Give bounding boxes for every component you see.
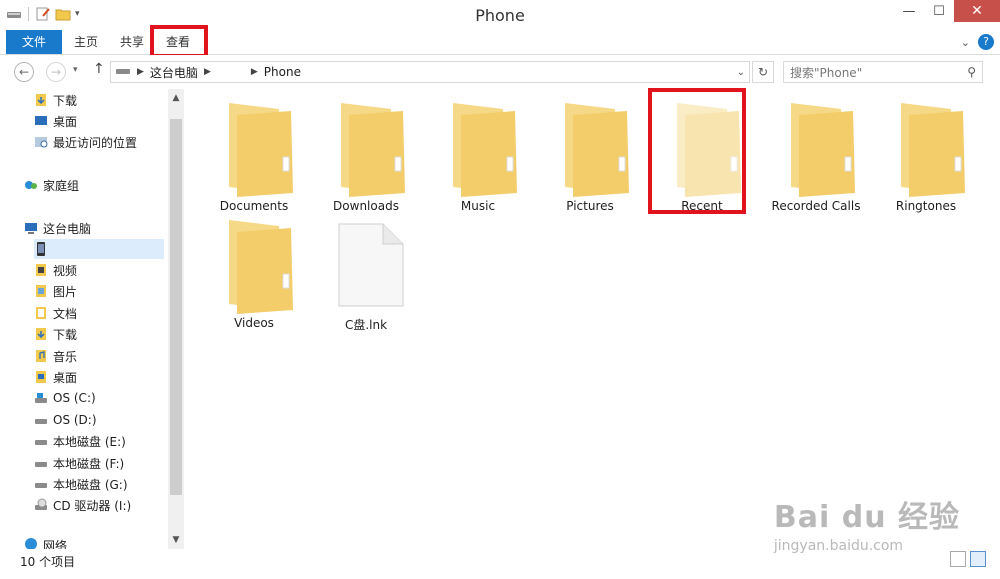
music-folder-icon [34, 349, 48, 363]
nav-item-videos[interactable]: 视频 [34, 260, 77, 280]
recent-places-icon [34, 135, 48, 149]
pictures-folder-icon [34, 284, 48, 298]
folder-pictures[interactable]: Pictures [540, 93, 640, 213]
nav-item-pictures[interactable]: 图片 [34, 281, 77, 301]
watermark-url: jingyan.baidu.com [773, 538, 904, 554]
nav-item-this-pc[interactable]: 这台电脑 [24, 218, 91, 238]
folder-icon [229, 220, 293, 314]
documents-folder-icon [34, 306, 48, 320]
nav-item-homegroup[interactable]: 家庭组 [24, 175, 79, 195]
tab-share[interactable]: 共享 [114, 30, 150, 54]
folder-documents[interactable]: Documents [204, 93, 304, 213]
windows-drive-icon [34, 391, 48, 405]
network-icon [24, 537, 38, 549]
folder-icon [341, 103, 405, 197]
breadcrumb-this-pc[interactable]: 这台电脑 [150, 64, 198, 81]
search-input[interactable]: 搜索"Phone" ⚲ [783, 61, 983, 83]
scroll-up-icon[interactable]: ▲ [168, 91, 184, 105]
address-row: ← → ▾ ↑ ▶ 这台电脑 ▶ ▶ Phone ⌄ ↻ 搜索"Phone" ⚲ [0, 55, 1000, 89]
folder-icon [229, 103, 293, 197]
nav-item-desktop[interactable]: 桌面 [34, 111, 77, 131]
breadcrumb-separator[interactable]: ▶ [251, 67, 258, 77]
nav-item-desktop-pc[interactable]: 桌面 [34, 367, 77, 387]
folder-icon [565, 103, 629, 197]
folder-icon [453, 103, 517, 197]
navigation-pane: 下载 桌面 最近访问的位置 家庭组 这台电脑 视频 图片 文档 下载 音乐 桌面… [0, 89, 185, 549]
address-bar[interactable]: ▶ 这台电脑 ▶ ▶ Phone ⌄ [110, 61, 750, 83]
homegroup-icon [24, 178, 38, 192]
folder-videos[interactable]: Videos [204, 210, 304, 330]
downloads-folder-icon [34, 93, 48, 107]
breadcrumb-separator[interactable]: ▶ [204, 67, 211, 77]
close-button[interactable]: ✕ [954, 0, 1000, 22]
maximize-button[interactable]: ☐ [924, 0, 954, 22]
computer-icon [24, 221, 38, 235]
folder-downloads[interactable]: Downloads [316, 93, 416, 213]
help-icon[interactable]: ? [978, 34, 994, 50]
desktop-icon [34, 114, 48, 128]
scrollbar-thumb[interactable] [170, 119, 182, 495]
nav-item-recent-places[interactable]: 最近访问的位置 [34, 132, 137, 152]
search-icon[interactable]: ⚲ [967, 65, 976, 79]
videos-folder-icon [34, 263, 48, 277]
file-c-drive-shortcut[interactable]: C盘.lnk [316, 210, 416, 332]
item-count: 10 个项目 [20, 555, 76, 569]
nav-item-music[interactable]: 音乐 [34, 346, 77, 366]
folder-icon [901, 103, 965, 197]
tab-file[interactable]: 文件 [6, 30, 62, 54]
minimize-button[interactable]: — [894, 0, 924, 22]
desktop-folder-icon [34, 370, 48, 384]
window-title: Phone [475, 6, 525, 25]
nav-item-drive-e[interactable]: 本地磁盘 (E:) [34, 431, 126, 451]
nav-item-drive-d[interactable]: OS (D:) [34, 410, 97, 430]
folder-music[interactable]: Music [428, 93, 528, 213]
phone-icon [34, 242, 48, 256]
recent-folder-highlight [648, 88, 746, 214]
folder-ringtones[interactable]: Ringtones [876, 93, 976, 213]
expand-ribbon-icon[interactable]: ⌄ [961, 36, 970, 49]
search-placeholder: 搜索"Phone" [790, 65, 863, 80]
nav-scrollbar[interactable]: ▲ ▼ [168, 89, 184, 549]
forward-button[interactable]: → [46, 62, 66, 82]
breadcrumb-separator[interactable]: ▶ [137, 67, 144, 77]
recent-locations-icon[interactable]: ▾ [73, 65, 78, 75]
nav-item-network[interactable]: 网络 [24, 537, 67, 549]
address-dropdown-icon[interactable]: ⌄ [737, 67, 745, 78]
nav-item-drive-g[interactable]: 本地磁盘 (G:) [34, 474, 128, 494]
nav-item-phone-device[interactable] [34, 239, 164, 259]
nav-item-drive-f[interactable]: 本地磁盘 (F:) [34, 453, 124, 473]
back-button[interactable]: ← [14, 62, 34, 82]
tab-home[interactable]: 主页 [68, 30, 104, 54]
cd-drive-icon [34, 498, 48, 512]
nav-item-documents[interactable]: 文档 [34, 303, 77, 323]
nav-item-downloads[interactable]: 下载 [34, 90, 77, 110]
breadcrumb-phone[interactable]: Phone [264, 65, 301, 79]
folder-recorded-calls[interactable]: Recorded Calls [764, 93, 868, 213]
large-icons-view-icon[interactable] [970, 551, 986, 567]
nav-item-downloads-pc[interactable]: 下载 [34, 324, 77, 344]
view-tab-highlight [150, 25, 208, 58]
refresh-button[interactable]: ↻ [752, 61, 774, 83]
file-icon [338, 223, 404, 307]
watermark-brand: Bai du 经验 [773, 500, 960, 535]
drive-icon [34, 477, 48, 491]
folder-icon [791, 103, 855, 197]
nav-item-drive-c[interactable]: OS (C:) [34, 388, 96, 408]
computer-icon [115, 65, 131, 80]
drive-icon [34, 434, 48, 448]
drive-icon [34, 456, 48, 470]
up-button[interactable]: ↑ [93, 61, 105, 77]
file-list: Documents Downloads Music Pictures Recen… [186, 89, 1000, 549]
scroll-down-icon[interactable]: ▼ [168, 533, 184, 547]
downloads-folder-icon [34, 327, 48, 341]
drive-icon [34, 413, 48, 427]
watermark: Bai du 经验 jingyan.baidu.com [774, 492, 960, 554]
nav-item-cd-drive[interactable]: CD 驱动器 (I:) [34, 495, 131, 515]
